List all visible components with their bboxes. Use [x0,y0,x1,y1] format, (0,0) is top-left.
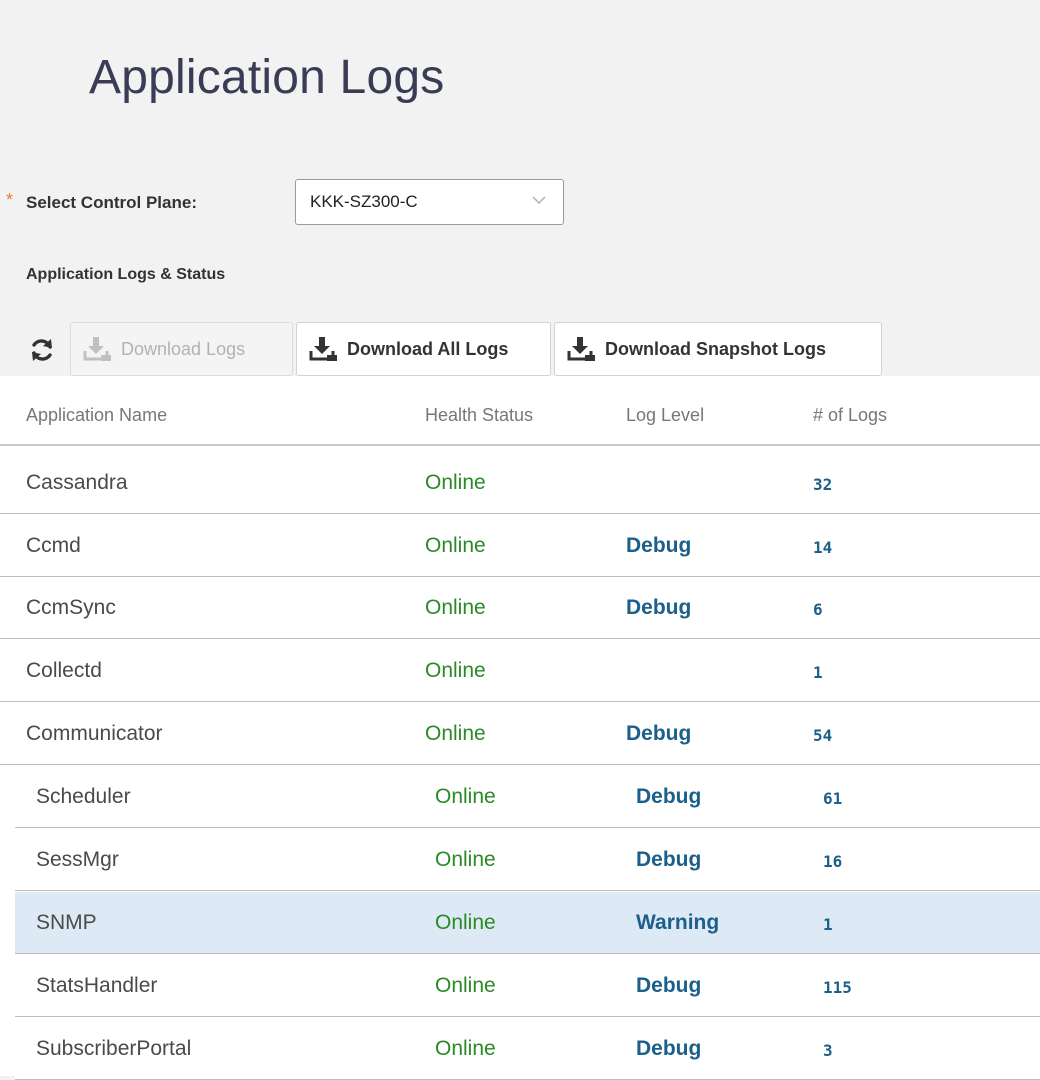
application-name-cell: Scheduler [36,785,131,808]
log-level-cell: Debug [626,534,692,557]
log-count-cell[interactable]: 16 [823,852,842,871]
log-level-cell: Debug [636,1037,702,1060]
application-name-cell: CcmSync [26,596,116,619]
health-status-cell: Online [425,722,486,745]
page-title: Application Logs [89,51,445,104]
log-count-cell[interactable]: 54 [813,726,832,745]
application-name-cell: StatsHandler [36,974,158,997]
required-marker: * [6,190,14,210]
log-count-cell[interactable]: 14 [813,538,832,557]
refresh-icon[interactable] [28,336,56,364]
download-snapshot-logs-button[interactable]: Download Snapshot Logs [554,322,882,376]
download-logs-button[interactable]: Download Logs [70,322,293,376]
application-name-cell: Communicator [26,722,163,745]
health-status-cell: Online [425,659,486,682]
column-header-log-level[interactable]: Log Level [626,405,704,426]
log-level-cell: Debug [636,785,702,808]
log-level-cell: Debug [636,848,702,871]
download-logs-label: Download Logs [121,338,246,359]
application-name-cell: Collectd [26,659,102,682]
table-row[interactable]: Collectd Online 1 [0,640,1040,702]
log-level-cell: Debug [636,974,702,997]
health-status-cell: Online [435,848,496,871]
health-status-cell: Online [435,974,496,997]
health-status-cell: Online [425,596,486,619]
column-header-application-name[interactable]: Application Name [26,405,167,426]
download-all-logs-button[interactable]: Download All Logs [296,322,551,376]
table-row[interactable]: CcmSync Online Debug 6 [0,577,1040,639]
table-row[interactable]: Scheduler Online Debug 61 [15,766,1040,828]
download-all-logs-label: Download All Logs [347,338,509,359]
application-name-cell: Ccmd [26,534,81,557]
log-count-cell[interactable]: 115 [823,978,852,997]
table-row[interactable]: Ccmd Online Debug 14 [0,515,1040,577]
header-divider [0,444,1040,446]
health-status-cell: Online [435,1037,496,1060]
log-level-cell: Debug [626,596,692,619]
application-name-cell: SessMgr [36,848,119,871]
application-name-cell: SNMP [36,911,97,934]
section-title: Application Logs & Status [26,266,226,283]
log-count-cell[interactable]: 6 [813,600,823,619]
log-level-cell: Warning [636,911,720,934]
health-status-cell: Online [425,471,486,494]
table-row[interactable]: SessMgr Online Debug 16 [15,829,1040,891]
log-level-cell: Debug [626,722,692,745]
control-plane-selected-value: KKK-SZ300-C [310,192,418,211]
table-row[interactable]: SubscriberPortal Online Debug 3 [15,1018,1040,1080]
log-count-cell[interactable]: 61 [823,789,842,808]
column-header-health-status[interactable]: Health Status [425,405,533,426]
application-name-cell: Cassandra [26,471,128,494]
control-plane-select[interactable]: KKK-SZ300-C [295,179,564,225]
health-status-cell: Online [425,534,486,557]
table-row[interactable]: Communicator Online Debug 54 [0,703,1040,765]
download-snapshot-logs-label: Download Snapshot Logs [605,338,826,359]
chevron-down-icon [532,196,546,205]
log-count-cell[interactable]: 1 [813,663,823,682]
table-row[interactable]: SNMP Online Warning 1 [15,892,1040,954]
health-status-cell: Online [435,785,496,808]
download-icon [83,337,111,361]
log-count-cell[interactable]: 3 [823,1041,833,1060]
log-count-cell[interactable]: 32 [813,475,832,494]
table-row[interactable]: StatsHandler Online Debug 115 [15,955,1040,1017]
download-icon [309,337,337,361]
log-count-cell[interactable]: 1 [823,915,833,934]
table-row[interactable]: Cassandra Online 32 [0,452,1040,514]
download-icon [567,337,595,361]
control-plane-label: Select Control Plane: [26,193,197,212]
health-status-cell: Online [435,911,496,934]
column-header-log-count[interactable]: # of Logs [813,405,887,426]
application-name-cell: SubscriberPortal [36,1037,192,1060]
